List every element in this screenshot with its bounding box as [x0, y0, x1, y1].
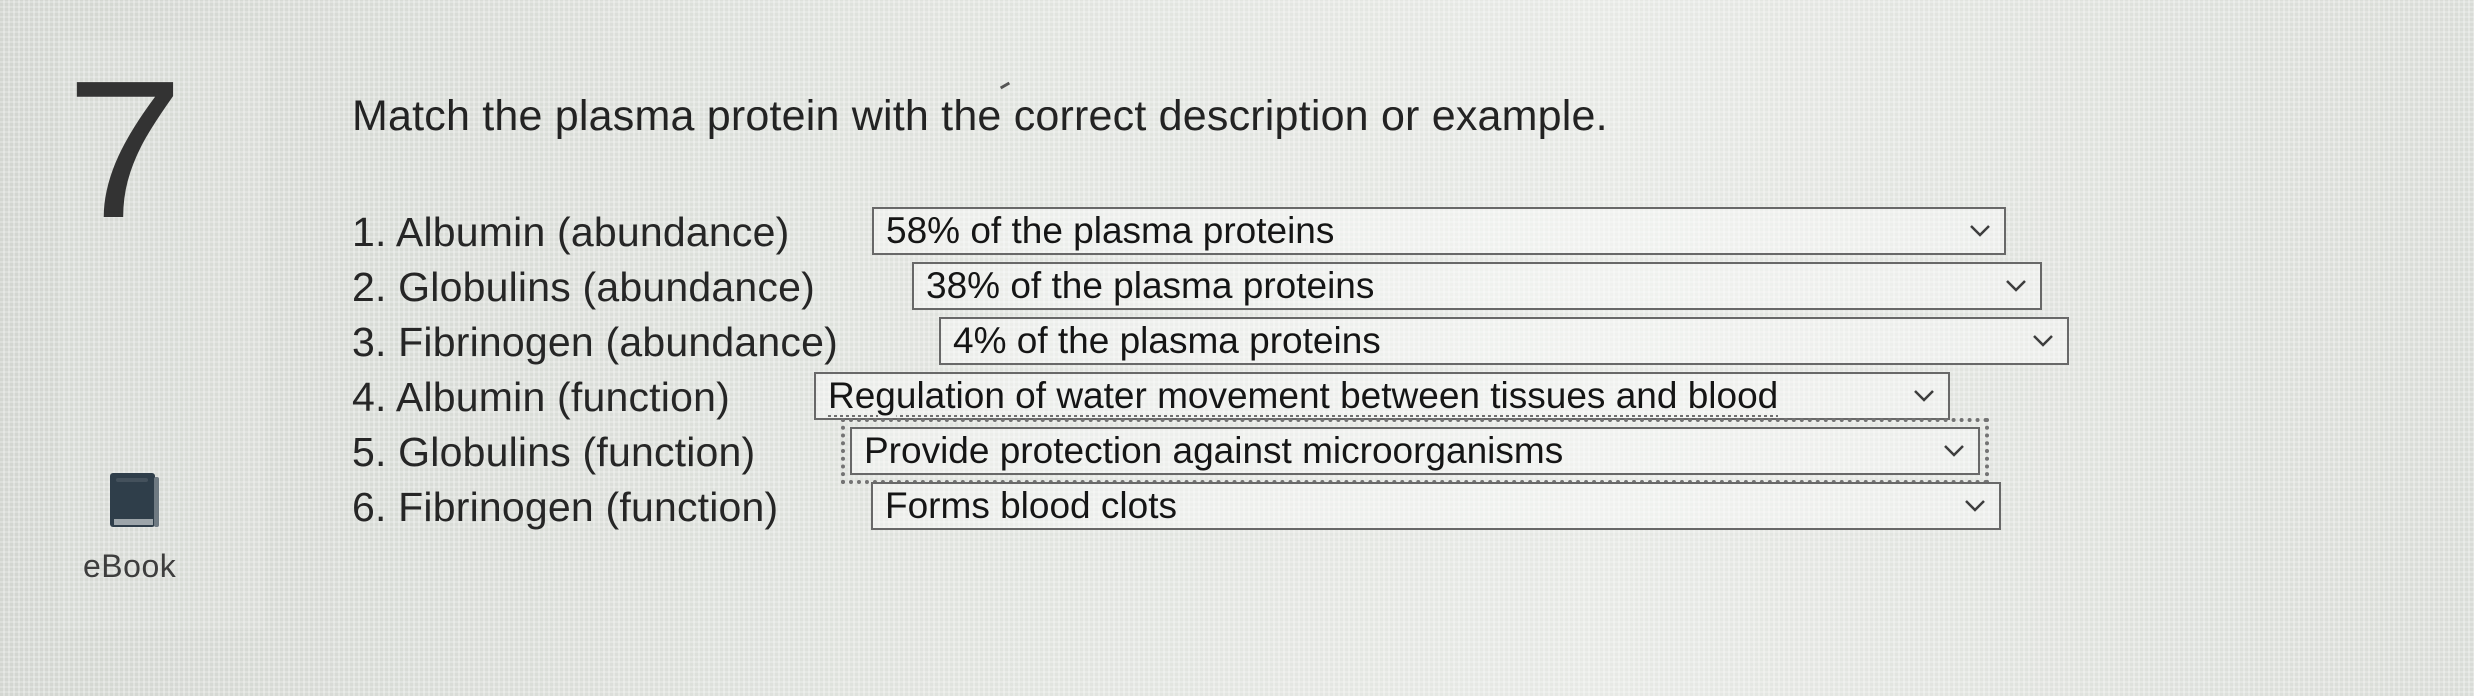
- matching-label: 2. Globulins (abundance): [352, 263, 815, 310]
- answer-select[interactable]: Regulation of water movement between tis…: [814, 372, 1950, 420]
- chevron-down-icon: [1965, 500, 1985, 512]
- selected-answer: 38% of the plasma proteins: [926, 265, 1375, 306]
- answer-select[interactable]: Forms blood clots: [871, 482, 2001, 530]
- matching-label: 4. Albumin (function): [352, 373, 730, 420]
- matching-label: 5. Globulins (function): [352, 428, 756, 475]
- question-prompt: Match the plasma protein with the correc…: [352, 92, 1608, 140]
- decorative-mark: [999, 81, 1011, 90]
- selected-answer: Regulation of water movement between tis…: [828, 375, 1779, 416]
- chevron-down-icon: [2006, 280, 2026, 292]
- matching-row: 5. Globulins (function) Provide protecti…: [352, 418, 1989, 484]
- answer-select[interactable]: Provide protection against microorganism…: [841, 418, 1989, 484]
- answer-select[interactable]: 38% of the plasma proteins: [912, 262, 2042, 310]
- chevron-down-icon: [1914, 390, 1934, 402]
- answer-select[interactable]: 4% of the plasma proteins: [939, 317, 2069, 365]
- selected-answer: Provide protection against microorganism…: [864, 430, 1564, 471]
- matching-row: 3. Fibrinogen (abundance) 4% of the plas…: [352, 313, 2069, 371]
- matching-row: 1. Albumin (abundance) 58% of the plasma…: [352, 203, 2006, 261]
- question-number: 7: [66, 40, 184, 259]
- matching-row: 6. Fibrinogen (function) Forms blood clo…: [352, 478, 2001, 536]
- book-icon: [110, 473, 159, 527]
- ebook-label: eBook: [83, 548, 177, 584]
- matching-row: 2. Globulins (abundance) 38% of the plas…: [352, 258, 2042, 316]
- matching-label: 3. Fibrinogen (abundance): [352, 318, 838, 365]
- selected-answer: Forms blood clots: [885, 485, 1177, 526]
- chevron-down-icon: [1970, 225, 1990, 237]
- matching-label: 1. Albumin (abundance): [352, 208, 790, 255]
- ebook-link[interactable]: eBook: [78, 470, 198, 590]
- answer-select[interactable]: 58% of the plasma proteins: [872, 207, 2006, 255]
- chevron-down-icon: [1944, 445, 1964, 457]
- selected-answer: 4% of the plasma proteins: [953, 320, 1381, 361]
- selected-answer: 58% of the plasma proteins: [886, 210, 1335, 251]
- matching-row: 4. Albumin (function) Regulation of wate…: [352, 368, 1950, 426]
- chevron-down-icon: [2033, 335, 2053, 347]
- matching-label: 6. Fibrinogen (function): [352, 483, 779, 530]
